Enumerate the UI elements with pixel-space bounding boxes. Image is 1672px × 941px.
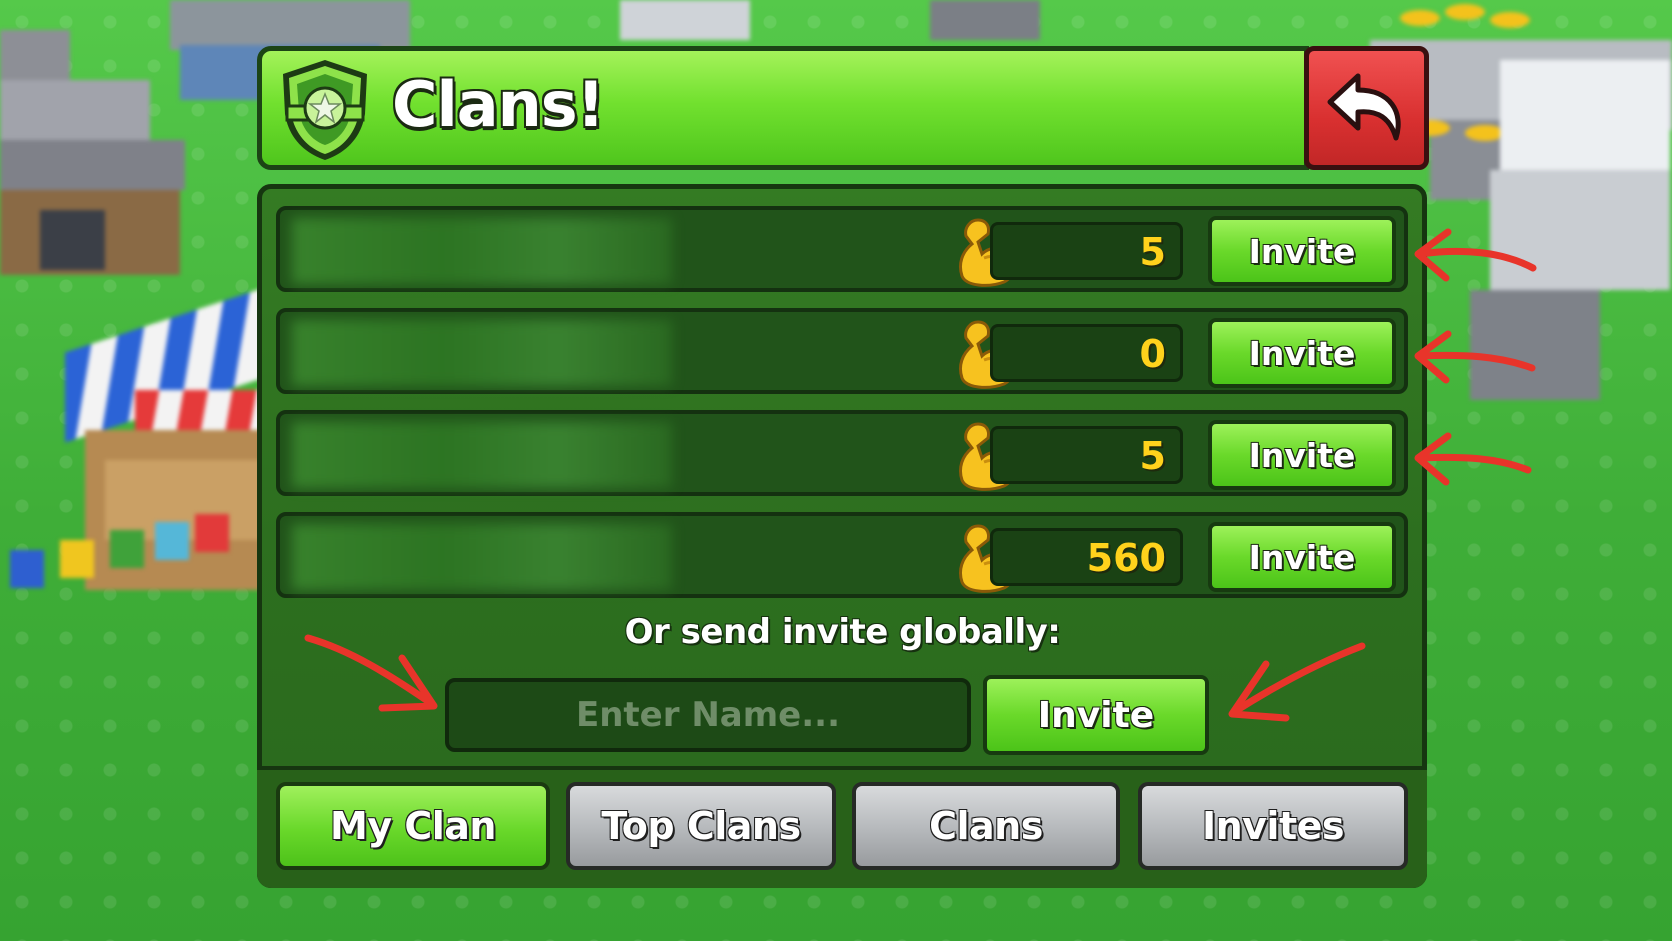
- invite-button[interactable]: Invite: [1208, 318, 1396, 388]
- player-row: 0 Invite: [276, 308, 1408, 394]
- global-invite-button[interactable]: Invite: [983, 675, 1209, 755]
- background-house: [0, 30, 190, 275]
- annotation-arrow-icon: [1228, 642, 1366, 722]
- name-input[interactable]: [445, 678, 971, 752]
- annotation-arrow-icon: [304, 634, 438, 712]
- background-bunting: [0, 500, 250, 620]
- global-invite-label: Or send invite globally:: [624, 612, 1061, 652]
- strength-value-box: 0: [990, 324, 1183, 382]
- background-block: [620, 0, 750, 40]
- strength-value: 5: [1139, 230, 1166, 274]
- strength-value: 0: [1139, 332, 1166, 376]
- annotation-arrow-icon: [1414, 330, 1536, 384]
- strength-value: 5: [1139, 434, 1166, 478]
- annotation-arrow-icon: [1414, 228, 1537, 282]
- blurred-player-name: [292, 422, 672, 488]
- tab-clans[interactable]: Clans: [852, 782, 1120, 870]
- player-row: 5 Invite: [276, 410, 1408, 496]
- tab-my-clan[interactable]: My Clan: [276, 782, 550, 870]
- player-row: 5 Invite: [276, 206, 1408, 292]
- background-block: [930, 0, 1040, 40]
- strength-value-box: 560: [990, 528, 1183, 586]
- strength-value: 560: [1086, 536, 1166, 580]
- back-button[interactable]: [1304, 46, 1429, 170]
- tab-invites[interactable]: Invites: [1138, 782, 1408, 870]
- page-title: Clans!: [392, 68, 605, 141]
- invite-button[interactable]: Invite: [1208, 216, 1396, 286]
- back-arrow-icon: [1327, 73, 1401, 141]
- player-row: 560 Invite: [276, 512, 1408, 598]
- invite-button[interactable]: Invite: [1208, 522, 1396, 592]
- clan-shield-icon: [275, 56, 375, 164]
- blurred-player-name: [292, 524, 672, 590]
- annotation-arrow-icon: [1414, 432, 1532, 486]
- blurred-player-name: [292, 218, 672, 284]
- strength-value-box: 5: [990, 426, 1183, 484]
- strength-value-box: 5: [990, 222, 1183, 280]
- invite-button[interactable]: Invite: [1208, 420, 1396, 490]
- tab-top-clans[interactable]: Top Clans: [566, 782, 836, 870]
- blurred-player-name: [292, 320, 672, 386]
